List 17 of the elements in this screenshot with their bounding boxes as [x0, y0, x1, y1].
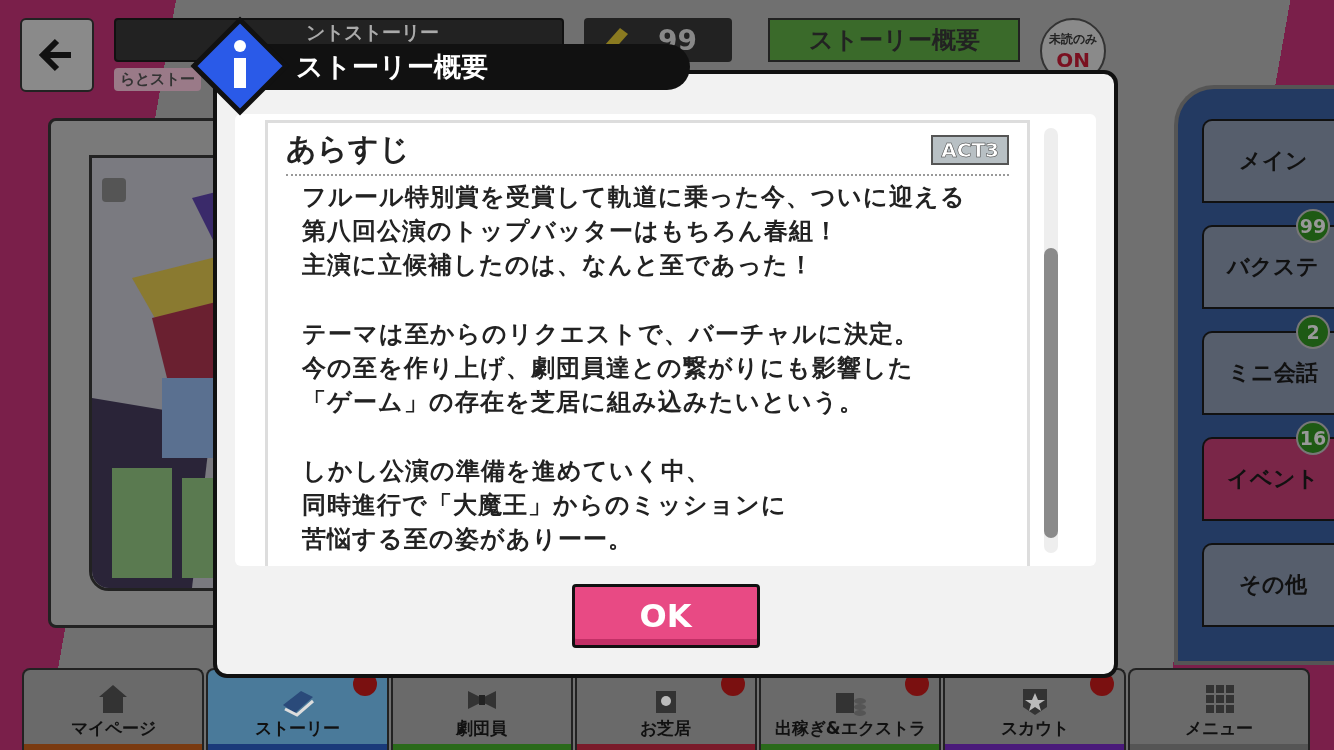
ok-button[interactable]: OK [571, 584, 760, 648]
nav-tab[interactable]: メニュー [1127, 668, 1310, 750]
category-tab[interactable]: その他 [1202, 543, 1334, 627]
category-tab[interactable]: メイン [1202, 119, 1334, 203]
count-badge: 2 [1296, 315, 1330, 349]
back-button[interactable] [20, 18, 94, 92]
synopsis-paragraph: テーマは至からのリクエストで、バーチャルに決定。 今の至を作り上げ、劇団員達との繋がりにも影響した 「ゲーム」の存在を芝居に組み込みたいという。 [302, 319, 920, 418]
story-subtitle: らとストー [114, 68, 201, 91]
act-label: ACT3 [931, 134, 1009, 165]
story-summary-button[interactable]: ストーリー概要 [768, 18, 1020, 62]
synopsis-paragraph: フルール特別賞を受賞して軌道に乗った今、ついに迎える 第八回公演のトップバッターはもちろん春組！ 主演に立候補したのは、なんと至であった！ [302, 182, 967, 281]
count-badge: 99 [1296, 209, 1330, 243]
scrollbar[interactable] [1044, 128, 1058, 553]
count-badge: 16 [1296, 421, 1330, 455]
nav-tab[interactable]: マイページ [22, 668, 205, 750]
synopsis-paragraph: しかし公演の準備を進めていく中、 同時進行で「大魔王」からのミッションに 苦悩する至の姿がありーー。 [302, 456, 788, 555]
synopsis-heading: あらすじ [286, 130, 410, 168]
